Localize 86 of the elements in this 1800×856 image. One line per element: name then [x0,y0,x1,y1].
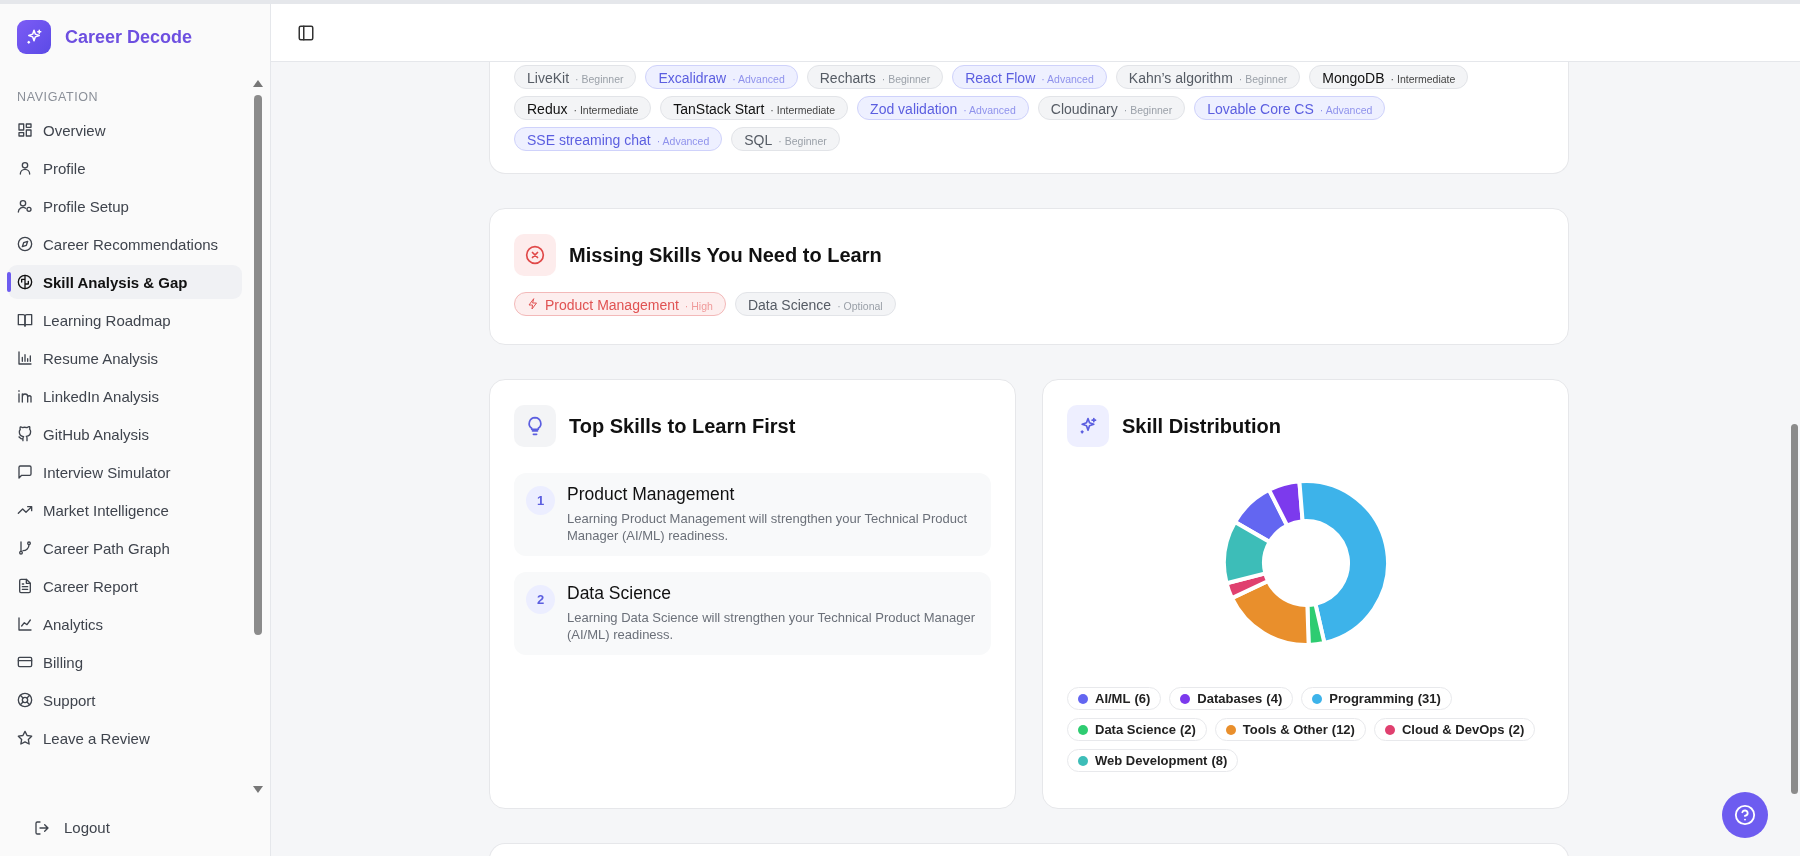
legend-label: Tools & Other [1242,722,1328,737]
logout-button[interactable]: Logout [28,813,116,842]
nav-item[interactable]: Analytics [8,607,242,641]
lifebuoy-icon [17,692,33,708]
legend-label: Programming [1329,691,1414,706]
document-icon [17,578,33,594]
nav-item[interactable]: LinkedIn Analysis [8,379,242,413]
skill-tag: React Flow · Advanced [952,65,1107,89]
scroll-down-arrow[interactable] [253,786,263,793]
skill-description: Learning Product Management will strengthen your Technical Product Manager (AI/ML) readiness. [567,510,969,544]
nav-item[interactable]: Market Intelligence [8,493,242,527]
nav-item[interactable]: Profile Setup [8,189,242,223]
nav-item[interactable]: Learning Roadmap [8,303,242,337]
legend-count: (31) [1417,691,1441,706]
scrollbar-thumb[interactable] [1791,424,1798,794]
nav-item[interactable]: Profile [8,151,242,185]
legend-label: Data Science [1095,722,1176,737]
legend-count: (12) [1331,722,1355,737]
rank-number: 2 [526,585,555,614]
nav-item[interactable]: Career Recommendations [8,227,242,261]
skill-tag: TanStack Start · Intermediate [660,96,849,120]
legend-count: (2) [1508,722,1525,737]
legend-count: (6) [1134,691,1151,706]
chat-icon [17,464,33,480]
card-title: Skill Distribution [1122,414,1281,438]
line-chart-icon [17,616,33,632]
legend-count: (8) [1211,753,1228,768]
bar-chart-icon [17,350,33,366]
nav-item[interactable]: Overview [8,113,242,147]
branch-icon [17,540,33,556]
skill-tag: Data Science · Optional [734,292,896,316]
skill-tag: Cloudinary · Beginner [1037,96,1186,120]
panel-icon [297,23,315,42]
skill-description: Learning Data Science will strengthen your Technical Product Manager (AI/ML) readiness. [567,609,977,643]
skill-tag: Product Management · High [514,292,726,316]
skill-tag: SQL · Beginner [731,127,840,151]
legend-count: (2) [1179,722,1196,737]
grid-icon [17,122,33,138]
card-title: Top Skills to Learn First [569,414,796,438]
x-circle-glyph [525,245,545,265]
nav-item[interactable]: Support [8,683,242,717]
skill-tag: Lovable Core CS · Advanced [1194,96,1386,120]
legend-label: Databases [1197,691,1263,706]
legend-label: Cloud & DevOps [1401,722,1505,737]
skill-tag: MongoDB · Intermediate [1309,65,1469,89]
nav-item[interactable]: Career Path Graph [8,531,242,565]
legend-count: (4) [1266,691,1283,706]
nav-item[interactable]: Skill Analysis & Gap [8,265,242,299]
user-gear-icon [17,198,33,214]
nav-item[interactable]: Billing [8,645,242,679]
skill-tag: SSE streaming chat · Advanced [514,127,723,151]
scrollbar-thumb[interactable] [254,95,262,635]
lightning-icon [527,298,539,310]
compass-icon [17,236,33,252]
sparkle-glyph [1078,416,1098,436]
nav-item[interactable]: Resume Analysis [8,341,242,375]
nav-item[interactable]: Interview Simulator [8,455,242,489]
skill-tag: Redux · Intermediate [514,96,652,120]
skill-tag: LiveKit · Beginner [514,65,637,89]
user-icon [17,160,33,176]
rank-number: 1 [526,486,555,515]
legend-label: AI/ML [1095,691,1131,706]
skill-name: Product Management [567,484,736,505]
skill-tag: Recharts · Beginner [806,65,944,89]
sparkle-icon [25,28,43,46]
skill-name: Data Science [567,583,673,604]
nav-item[interactable]: Career Report [8,569,242,603]
skill-tag: Excalidraw · Advanced [645,65,798,89]
logout-icon [34,819,50,836]
nav-item[interactable]: GitHub Analysis [8,417,242,451]
card-icon [17,654,33,670]
linkedin-icon [17,388,33,404]
legend-label: Web Development [1095,753,1208,768]
skill-tag: Kahn’s algorithm · Beginner [1115,65,1301,89]
help-button[interactable] [1722,792,1768,838]
bulb-glyph [525,416,545,436]
card-title: Missing Skills You Need to Learn [569,243,882,267]
book-icon [17,312,33,328]
scroll-up-arrow[interactable] [253,80,263,87]
brand-name: Career Decode [65,26,193,48]
github-icon [17,426,33,442]
star-icon [17,730,33,746]
skill-tag: Zod validation · Advanced [857,96,1029,120]
nav-item[interactable]: Leave a Review [8,721,242,755]
help-icon [1734,804,1756,826]
section-label: NAVIGATION [17,90,99,104]
